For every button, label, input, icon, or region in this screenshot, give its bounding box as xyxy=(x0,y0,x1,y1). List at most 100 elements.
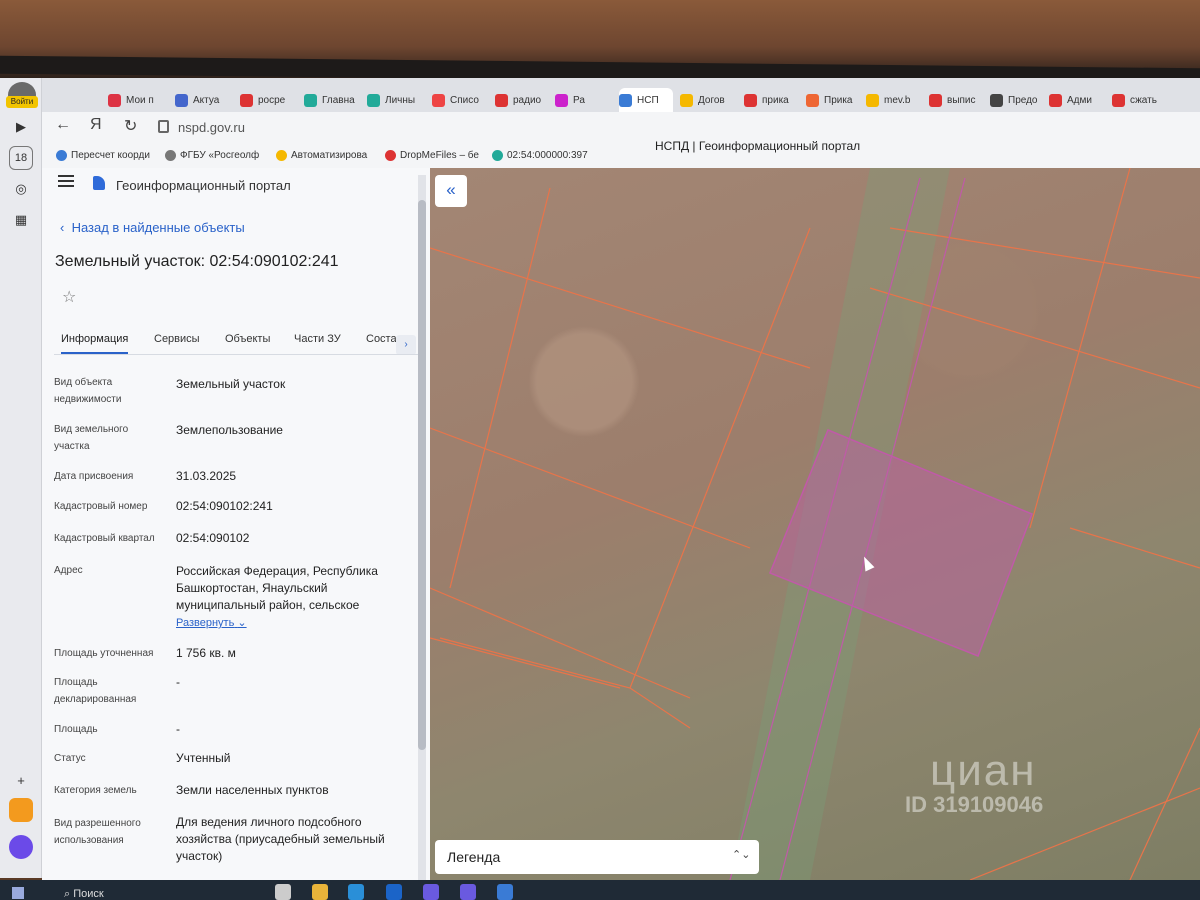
taskbar-search[interactable]: ⌕ Поиск xyxy=(64,888,104,900)
bookmark-item[interactable]: 02:54:000000:397 xyxy=(492,146,588,164)
browser-tab[interactable]: Мои п xyxy=(108,88,166,112)
browser-tab[interactable]: росре xyxy=(240,88,295,112)
portal-logo-icon xyxy=(93,176,105,190)
browser-tab[interactable]: прика xyxy=(744,88,798,112)
browser-tab[interactable]: mev.b xyxy=(866,88,921,112)
menu-icon[interactable] xyxy=(58,175,74,187)
property-value: Землепользование xyxy=(176,423,283,437)
chevron-updown-icon[interactable]: ⌃⌄ xyxy=(732,848,750,861)
property-value[interactable]: 02:54:090102:241 xyxy=(176,498,406,515)
tab-favicon-icon xyxy=(108,93,121,107)
browser-tab[interactable]: Главна xyxy=(304,88,359,112)
browser-tab[interactable]: радио xyxy=(495,88,547,112)
tab-label: Ра xyxy=(573,94,585,106)
tab-favicon-icon xyxy=(240,93,253,107)
login-badge[interactable]: Войти xyxy=(6,96,38,108)
bookmark-item[interactable]: DropMeFiles – бе xyxy=(385,146,479,164)
yandex-home-icon[interactable]: Я xyxy=(90,116,102,134)
object-title: Земельный участок: 02:54:090102:241 xyxy=(55,253,339,270)
browser-tab[interactable]: Догов xyxy=(680,88,735,112)
tab-label: Личны xyxy=(385,94,416,106)
tab-label: выпис xyxy=(947,94,976,106)
portal-name[interactable]: Геоинформационный портал xyxy=(116,178,291,193)
parcel-boundary-line xyxy=(430,247,811,369)
parcel-boundary-line xyxy=(439,637,691,729)
edge-browser-icon[interactable] xyxy=(348,884,364,900)
parcel-boundary-line xyxy=(1069,527,1200,569)
browser-tab[interactable]: Актуа xyxy=(175,88,230,112)
file-explorer-icon[interactable] xyxy=(312,884,328,900)
property-value: 31.03.2025 xyxy=(176,469,237,483)
browser-tab[interactable]: Предо xyxy=(990,88,1040,112)
bookmark-label: 02:54:000000:397 xyxy=(507,149,588,161)
favorite-star-icon[interactable]: ☆ xyxy=(62,287,76,307)
cian-watermark: циан xyxy=(930,746,1037,795)
play-icon[interactable]: ▶ xyxy=(9,115,33,139)
bookmark-favicon-icon xyxy=(492,149,503,161)
tab-services[interactable]: Сервисы xyxy=(154,333,200,345)
windows-start-icon[interactable] xyxy=(12,887,24,899)
tab-label: Главна xyxy=(322,94,355,106)
property-label: Кадастровый квартал xyxy=(54,533,155,544)
browser-tab[interactable]: Личны xyxy=(367,88,422,112)
alice-assistant-icon[interactable] xyxy=(9,835,33,859)
bookmark-item[interactable]: Автоматизирова xyxy=(276,146,367,164)
tab-parts[interactable]: Части ЗУ xyxy=(294,333,341,345)
browser-tab[interactable]: НСП xyxy=(619,88,673,112)
browser-tab[interactable]: Прика xyxy=(806,88,858,112)
page-title: НСПД | Геоинформационный портал xyxy=(655,139,861,153)
property-value: - xyxy=(176,722,180,736)
reload-icon[interactable]: ↻ xyxy=(124,116,137,136)
camera-icon[interactable]: ◎ xyxy=(9,177,33,201)
satellite-map[interactable] xyxy=(430,168,1200,880)
app-icon[interactable] xyxy=(497,884,513,900)
bookmark-item[interactable]: Пересчет коорди xyxy=(56,146,150,164)
collapse-panel-button[interactable]: « xyxy=(435,175,467,207)
tab-objects[interactable]: Объекты xyxy=(225,333,270,345)
tab-favicon-icon xyxy=(495,93,508,107)
bookmark-favicon-icon xyxy=(385,149,396,161)
calendar-badge[interactable]: 18 xyxy=(9,146,33,170)
property-value: - xyxy=(176,675,180,689)
property-value: Земли населенных пунктов xyxy=(176,783,329,797)
tab-label: росре xyxy=(258,94,286,106)
panel-scroll-thumb[interactable] xyxy=(418,200,426,750)
mail-icon[interactable] xyxy=(9,798,33,822)
yandex-browser-icon-2[interactable] xyxy=(460,884,476,900)
apps-grid-icon[interactable]: ▦ xyxy=(9,208,33,232)
tab-favicon-icon xyxy=(1112,93,1125,107)
task-view-icon[interactable] xyxy=(275,884,291,900)
property-value: Для ведения личного подсобного хозяйства… xyxy=(176,815,385,863)
tab-favicon-icon xyxy=(619,93,632,107)
tab-label: НСП xyxy=(637,94,659,106)
bookmark-item[interactable]: ФГБУ «Росгеолф xyxy=(165,146,259,164)
bookmark-favicon-icon xyxy=(165,149,176,161)
parcel-boundary-line xyxy=(449,187,551,589)
browser-tab[interactable]: Ра xyxy=(555,88,599,112)
bookmark-label: ФГБУ «Росгеолф xyxy=(180,149,260,161)
add-icon[interactable]: + xyxy=(9,768,33,792)
browser-tab[interactable]: Списо xyxy=(432,88,487,112)
cadastral-overlay xyxy=(430,168,1200,880)
back-arrow-icon[interactable]: ← xyxy=(55,116,71,134)
property-value[interactable]: 02:54:090102 xyxy=(176,530,406,547)
tab-information[interactable]: Информация xyxy=(61,333,129,354)
expand-address-link[interactable]: Развернуть ⌄ xyxy=(176,616,247,629)
browser-tab[interactable]: сжать xyxy=(1112,88,1167,112)
parcel-boundary-line xyxy=(1129,727,1200,880)
property-label: Кадастровый номер xyxy=(54,501,148,512)
tab-label: Догов xyxy=(698,94,725,106)
browser-tab[interactable]: Адми xyxy=(1049,88,1104,112)
tabs-scroll-right-button[interactable]: › xyxy=(396,335,416,355)
parcel-boundary-line xyxy=(430,637,621,689)
tab-composition[interactable]: Соста xyxy=(366,333,397,345)
parcel-boundary-line xyxy=(1029,168,1131,529)
tab-label: прика xyxy=(762,94,789,106)
address-bar[interactable]: nspd.gov.ru xyxy=(178,120,245,135)
yandex-browser-icon[interactable] xyxy=(423,884,439,900)
tab-favicon-icon xyxy=(680,93,693,107)
browser-tab[interactable]: выпис xyxy=(929,88,982,112)
outlook-icon[interactable] xyxy=(386,884,402,900)
back-to-results-link[interactable]: ‹ Назад в найденные объекты xyxy=(60,220,245,235)
bookmark-favicon-icon xyxy=(56,149,67,161)
